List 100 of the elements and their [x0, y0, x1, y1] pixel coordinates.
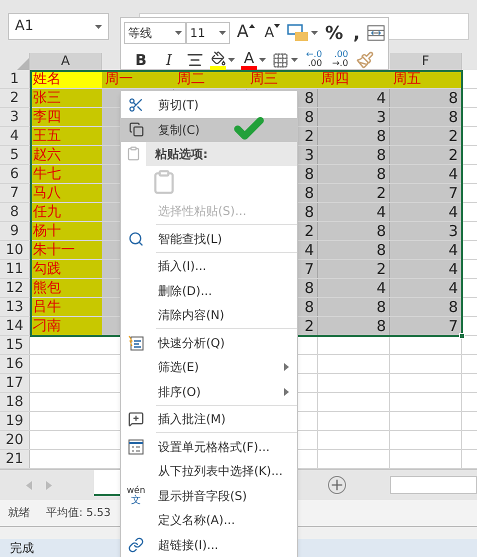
- submenu-arrow-icon: [284, 388, 289, 396]
- row-header[interactable]: 13: [0, 298, 30, 316]
- fill-handle[interactable]: [459, 333, 465, 339]
- comment-icon: [128, 411, 144, 428]
- decimal-top: ←.0: [306, 51, 322, 60]
- table-cell: 李四: [30, 108, 102, 126]
- table-cell: 4: [390, 260, 462, 278]
- table-cell: 8: [318, 146, 390, 164]
- row-header[interactable]: 18: [0, 393, 30, 411]
- table-cell: 4: [318, 203, 390, 221]
- column-header[interactable]: A: [30, 53, 102, 70]
- row-header[interactable]: 15: [0, 336, 30, 354]
- menu-item[interactable]: 设置单元格格式(F)...: [121, 434, 297, 459]
- caret-icon: [259, 58, 266, 62]
- name-box[interactable]: A1: [8, 13, 109, 40]
- italic-button[interactable]: I: [158, 48, 180, 72]
- decimal-bottom: .00: [308, 60, 322, 69]
- menu-item[interactable]: 超链接(I)...: [121, 532, 297, 557]
- row-header[interactable]: 3: [0, 108, 30, 126]
- decimal-top: .00: [334, 51, 348, 60]
- table-cell: 7: [390, 184, 462, 202]
- link-icon: [128, 536, 144, 553]
- menu-item[interactable]: 插入批注(M): [121, 406, 297, 432]
- table-cell: 王五: [30, 127, 102, 145]
- menu-item[interactable]: wén 文 显示拼音字段(S): [121, 484, 297, 508]
- scrollbar[interactable]: [390, 476, 477, 494]
- row-header[interactable]: 21: [0, 450, 30, 468]
- table-cell: 张三: [30, 89, 102, 107]
- table-cell: 8: [318, 317, 390, 335]
- table-cell: 8: [318, 298, 390, 316]
- row-header[interactable]: 8: [0, 203, 30, 221]
- cell-styles-icon[interactable]: [287, 24, 310, 42]
- borders-icon[interactable]: [272, 52, 289, 68]
- row-header[interactable]: 2: [0, 89, 30, 107]
- row-header[interactable]: 1: [0, 70, 30, 88]
- row-header[interactable]: 19: [0, 412, 30, 430]
- table-cell: 杨十: [30, 222, 102, 240]
- decimal-button[interactable]: ←.0 .00: [304, 51, 324, 69]
- table-cell: 3: [390, 222, 462, 240]
- menu-item[interactable]: 定义名称(A)...: [121, 508, 297, 533]
- table-cell: 4: [390, 203, 462, 221]
- row-header[interactable]: 6: [0, 165, 30, 183]
- table-cell: 4: [390, 241, 462, 259]
- status-text: 就绪: [8, 504, 30, 521]
- shrink-font-button[interactable]: A: [262, 21, 284, 45]
- number-format-button[interactable]: ,: [350, 21, 364, 45]
- format-painter-icon[interactable]: [356, 51, 374, 69]
- row-header[interactable]: 7: [0, 184, 30, 202]
- scissors-icon: [128, 97, 144, 114]
- table-cell: 8: [318, 222, 390, 240]
- decimal-button[interactable]: .00 →.0: [330, 51, 350, 69]
- pinyin-icon-top: wén: [126, 486, 146, 496]
- table-cell: 2: [390, 127, 462, 145]
- submenu-arrow-icon: [284, 363, 289, 372]
- row-header[interactable]: 9: [0, 222, 30, 240]
- number-format-button[interactable]: %: [322, 21, 346, 45]
- row-header[interactable]: 10: [0, 241, 30, 259]
- caret-icon: [228, 58, 235, 62]
- caret-icon: [291, 58, 298, 62]
- table-cell: 8: [390, 298, 462, 316]
- grow-font-button[interactable]: A: [234, 21, 258, 45]
- table-cell: 4: [318, 89, 390, 107]
- clipboard-icon: [126, 146, 141, 162]
- table-cell: 朱十一: [30, 241, 102, 259]
- row-header[interactable]: 16: [0, 355, 30, 373]
- fill-color-button[interactable]: [210, 50, 226, 70]
- table-cell: 8: [390, 89, 462, 107]
- table-cell: 吕牛: [30, 298, 102, 316]
- table-cell: 勾践: [30, 260, 102, 278]
- row-header[interactable]: 11: [0, 260, 30, 278]
- table-cell: 2: [390, 146, 462, 164]
- column-header[interactable]: F: [390, 53, 462, 70]
- row-header[interactable]: 20: [0, 431, 30, 449]
- table-icon[interactable]: [367, 24, 385, 42]
- menu-item[interactable]: 从下拉列表中选择(K)...: [121, 458, 297, 484]
- caret-icon: [95, 24, 102, 28]
- table-cell: 8: [318, 165, 390, 183]
- caret-icon: [311, 31, 318, 35]
- average-text: 平均值: 5.53: [46, 504, 111, 521]
- menu-section-header: 粘贴选项:: [146, 142, 297, 166]
- bold-button[interactable]: B: [130, 48, 152, 72]
- status-text: 完成: [10, 540, 34, 557]
- row-header[interactable]: 12: [0, 279, 30, 297]
- menu-item[interactable]: 筛选(E): [121, 354, 297, 380]
- font-size-dropdown[interactable]: 11: [186, 22, 230, 44]
- caret-icon: [248, 24, 255, 28]
- font-dropdown[interactable]: 等线: [124, 22, 186, 44]
- row-header[interactable]: 4: [0, 127, 30, 145]
- row-header[interactable]: 14: [0, 317, 30, 335]
- font-color-button[interactable]: A: [241, 50, 257, 70]
- align-center-icon[interactable]: [186, 51, 204, 69]
- quick-analysis-icon: [128, 334, 144, 351]
- row-header[interactable]: 5: [0, 146, 30, 164]
- add-sheet-icon[interactable]: [328, 476, 346, 494]
- row-header[interactable]: 17: [0, 374, 30, 392]
- table-cell: 8: [318, 127, 390, 145]
- menu-item[interactable]: 排序(O): [121, 379, 297, 404]
- menu-item[interactable]: 复制(C): [121, 118, 297, 142]
- table-cell: 赵六: [30, 146, 102, 164]
- copy-icon: [128, 122, 144, 138]
